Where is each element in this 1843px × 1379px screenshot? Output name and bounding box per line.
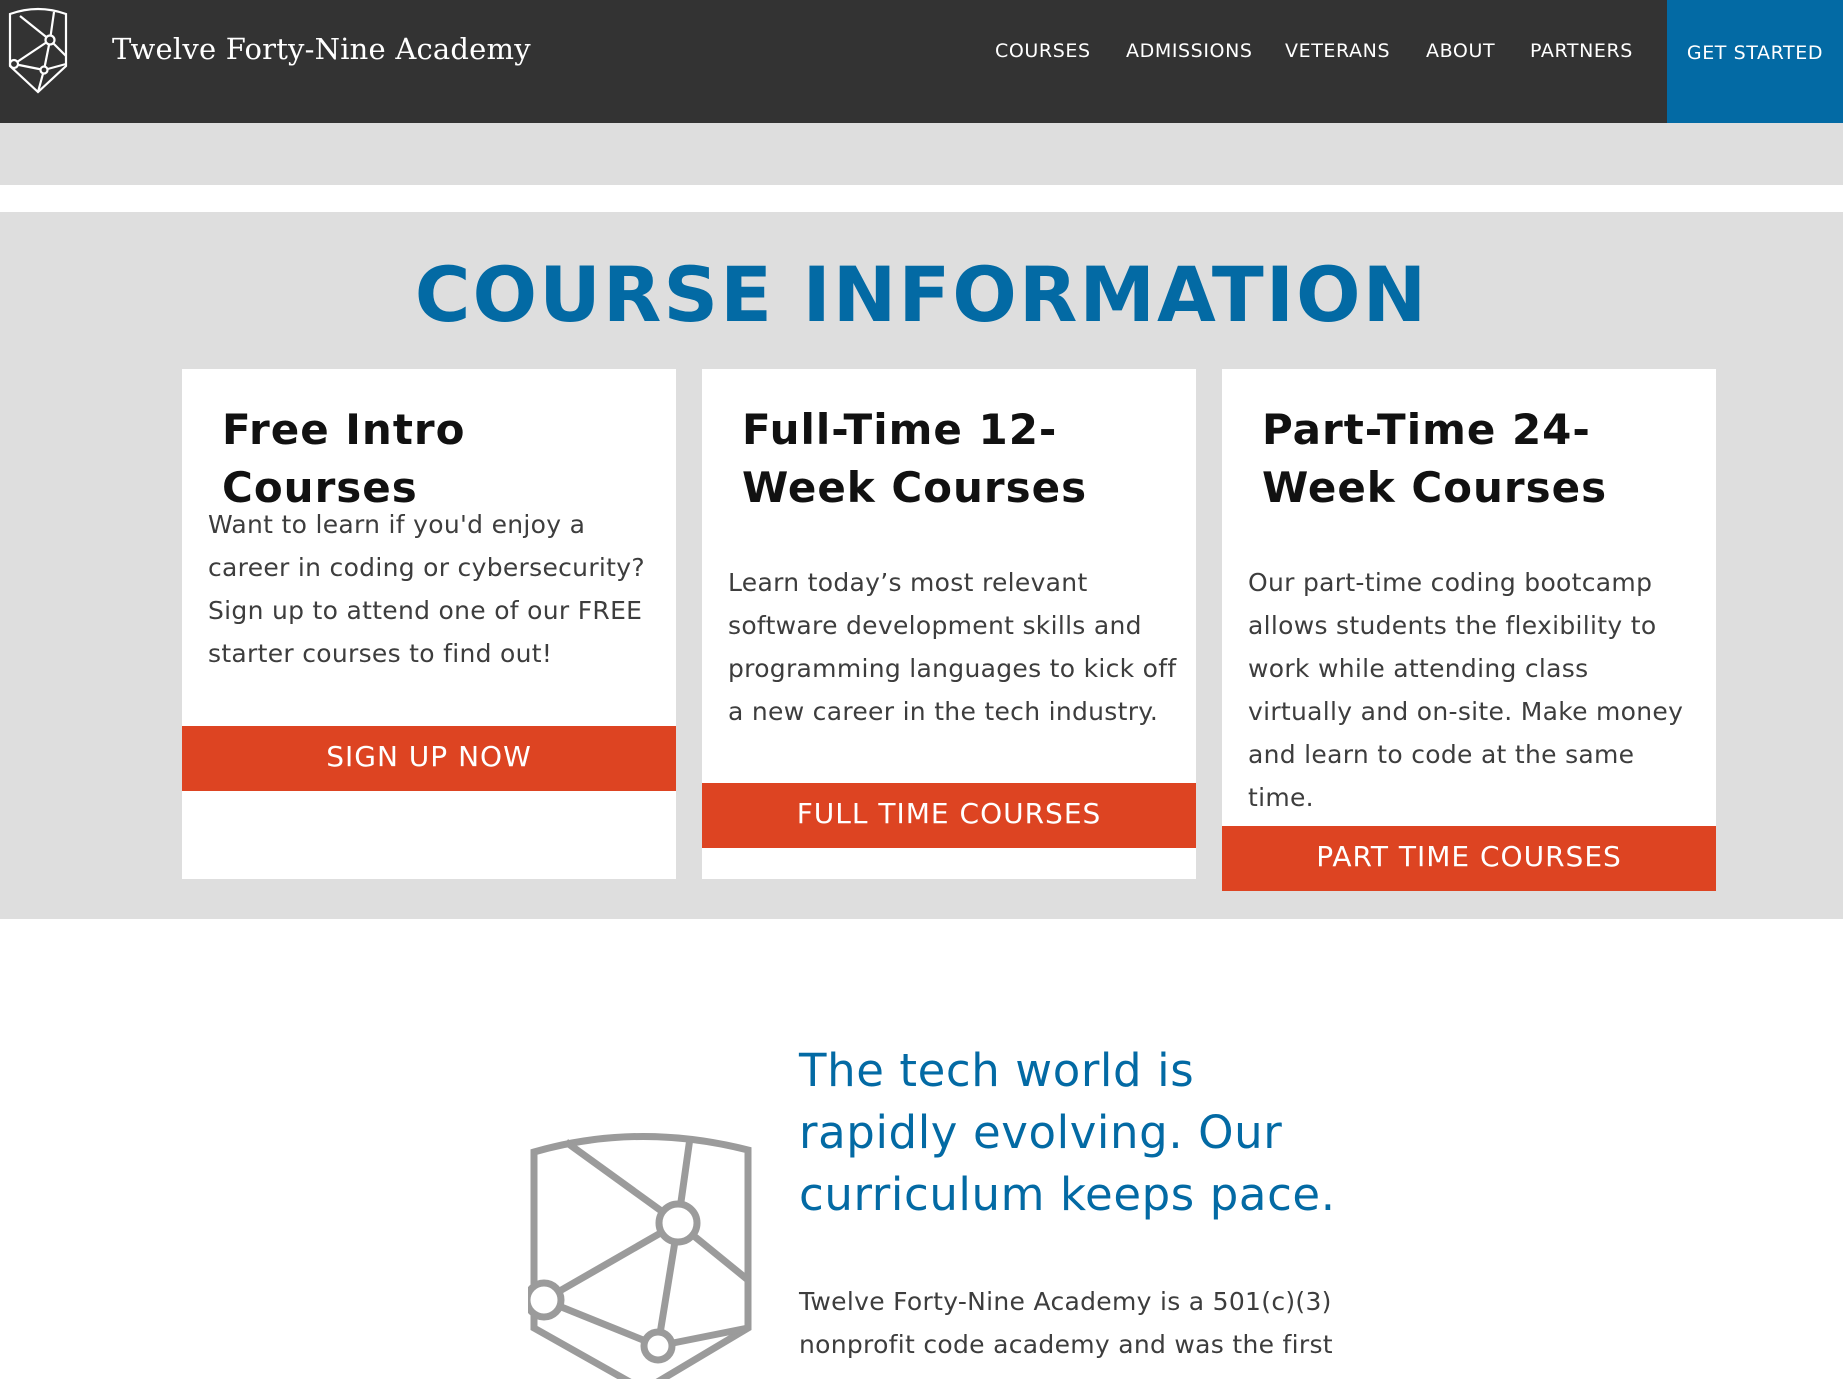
course-card-free-intro: Free Intro Courses Want to learn if you'… [182,369,676,879]
card-title: Part-Time 24-Week Courses [1262,405,1608,512]
course-card-part-time: Part-Time 24-Week Courses Our part-time … [1222,369,1716,891]
section-title: COURSE INFORMATION [414,250,1429,339]
nav-admissions[interactable]: ADMISSIONS [1126,40,1253,62]
nav-veterans[interactable]: VETERANS [1285,40,1390,62]
course-information-section: COURSE INFORMATION Free Intro Courses Wa… [0,212,1843,919]
card-description: Want to learn if you'd enjoy a career in… [208,510,645,668]
brand-name[interactable]: Twelve Forty-Nine Academy [112,32,531,66]
shield-network-illustration-icon [528,1132,752,1379]
nav-about[interactable]: ABOUT [1426,40,1495,62]
card-title: Full-Time 12-Week Courses [742,405,1088,512]
about-description: Twelve Forty-Nine Academy is a 501(c)(3)… [799,1287,1333,1359]
get-started-button[interactable]: GET STARTED [1667,0,1843,123]
nav-partners[interactable]: PARTNERS [1530,40,1633,62]
card-title: Free Intro Courses [222,405,466,512]
part-time-courses-button[interactable]: PART TIME COURSES [1222,826,1716,891]
banner-strip [0,123,1843,185]
card-description: Learn today’s most relevant software dev… [728,568,1177,726]
shield-network-logo-icon[interactable] [6,6,70,94]
top-navigation-bar: Twelve Forty-Nine Academy COURSES ADMISS… [0,0,1843,123]
nav-courses[interactable]: COURSES [995,40,1091,62]
sign-up-now-button[interactable]: SIGN UP NOW [182,726,676,791]
full-time-courses-button[interactable]: FULL TIME COURSES [702,783,1196,848]
course-card-full-time: Full-Time 12-Week Courses Learn today’s … [702,369,1196,879]
card-description: Our part-time coding bootcamp allows stu… [1248,568,1684,812]
about-heading: The tech world is rapidly evolving. Our … [799,1044,1336,1221]
